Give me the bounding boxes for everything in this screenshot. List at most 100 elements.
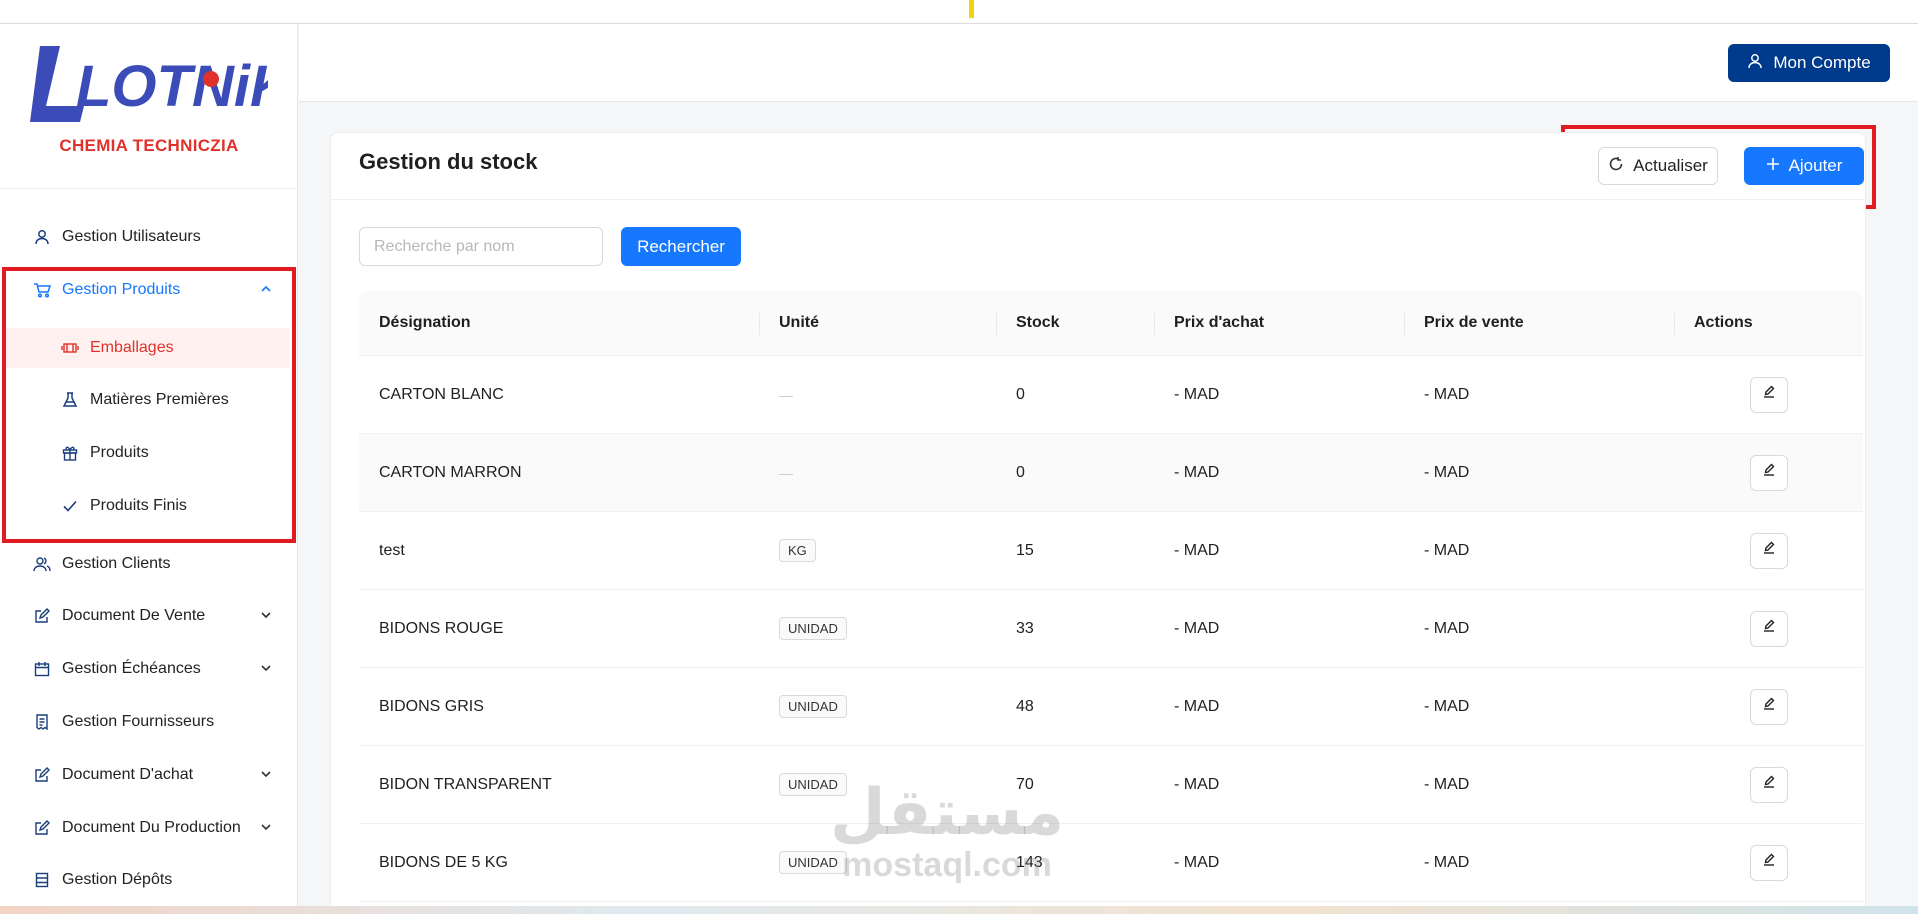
cell-designation: BIDON TRANSPARENT (379, 775, 552, 793)
sidebar-item-label: Gestion Dépôts (62, 871, 173, 888)
plus-icon (1766, 156, 1780, 176)
cell-designation: CARTON BLANC (379, 385, 504, 403)
table-row: BIDONS GRIS UNIDAD 48 - MAD - MAD (359, 668, 1863, 746)
add-button[interactable]: Ajouter (1744, 147, 1864, 185)
sidebar-item-label: Gestion Échéances (62, 660, 201, 677)
table-row: BIDONS DE 5 KG UNIDAD 143 - MAD - MAD (359, 824, 1863, 902)
chevron-down-icon (260, 608, 272, 626)
logo-text: LOTNiK (76, 54, 268, 119)
edit-icon (1762, 853, 1776, 872)
add-button-label: Ajouter (1788, 156, 1843, 175)
sidebar-item-label: Document De Vente (62, 607, 206, 624)
sidebar-item-users[interactable]: Gestion Utilisateurs (0, 217, 298, 257)
search-input[interactable] (359, 227, 603, 266)
edit-icon (1762, 619, 1776, 638)
edit-doc-icon (31, 764, 53, 786)
table-row: CARTON MARRON — 0 - MAD - MAD (359, 434, 1863, 512)
sidebar-item-sales-docs[interactable]: Document De Vente (0, 596, 298, 636)
column-header-designation: Désignation (379, 314, 471, 331)
edit-button[interactable] (1749, 610, 1788, 647)
sidebar-item-production-docs[interactable]: Document Du Production (0, 808, 298, 848)
cell-stock: 48 (1016, 697, 1034, 715)
calendar-icon (31, 658, 53, 680)
stock-table: Désignation Unité Stock Prix d'achat Pri… (359, 291, 1863, 902)
column-header-purchase-price: Prix d'achat (1154, 291, 1404, 355)
cell-sale-price: - MAD (1424, 463, 1470, 481)
cell-designation: test (379, 541, 405, 559)
user-icon (31, 226, 53, 248)
cell-purchase-price: - MAD (1174, 775, 1220, 793)
cell-sale-price: - MAD (1424, 697, 1470, 715)
browser-top-strip (0, 0, 1918, 24)
edit-doc-icon (31, 817, 53, 839)
edit-button[interactable] (1749, 766, 1788, 803)
user-icon (1747, 53, 1763, 74)
column-header-stock: Stock (996, 291, 1154, 355)
sidebar-item-label: Gestion Clients (62, 555, 171, 572)
cell-purchase-price: - MAD (1174, 697, 1220, 715)
cell-purchase-price: - MAD (1174, 853, 1220, 871)
cell-designation: BIDONS GRIS (379, 697, 484, 715)
edit-button[interactable] (1749, 688, 1788, 725)
cell-unit-empty: — (779, 386, 793, 403)
unit-tag: KG (779, 539, 816, 562)
table-header: Désignation Unité Stock Prix d'achat Pri… (359, 291, 1863, 356)
unit-tag: UNIDAD (779, 695, 847, 718)
cell-purchase-price: - MAD (1174, 619, 1220, 637)
edit-button[interactable] (1749, 454, 1788, 491)
watermark: مستقل mostaql.com (830, 778, 1064, 882)
table-row: BIDONS ROUGE UNIDAD 33 - MAD - MAD (359, 590, 1863, 668)
sidebar-item-depots[interactable]: Gestion Dépôts (0, 860, 298, 900)
table-row: BIDON TRANSPARENT UNIDAD 70 - MAD - MAD (359, 746, 1863, 824)
column-header-unit: Unité (759, 291, 996, 355)
table-row: CARTON BLANC — 0 - MAD - MAD (359, 356, 1863, 434)
edit-doc-icon (31, 605, 53, 627)
users-icon (31, 553, 53, 575)
brand-logo: LOTNiK (30, 46, 268, 122)
cell-purchase-price: - MAD (1174, 463, 1220, 481)
watermark-latin: mostaql.com (842, 846, 1052, 884)
cell-sale-price: - MAD (1424, 853, 1470, 871)
cell-stock: 0 (1016, 385, 1025, 403)
cell-designation: BIDONS ROUGE (379, 619, 504, 637)
sidebar-item-label: Document D'achat (62, 766, 194, 783)
page-title: Gestion du stock (359, 149, 538, 174)
sidebar-item-label: Gestion Utilisateurs (62, 228, 201, 245)
edit-button[interactable] (1749, 532, 1788, 569)
account-button[interactable]: Mon Compte (1728, 44, 1890, 82)
reload-icon (1608, 156, 1624, 177)
card-header: Gestion du stock Actualiser Ajouter (331, 133, 1865, 200)
search-button[interactable]: Rechercher (621, 227, 741, 266)
cell-sale-price: - MAD (1424, 775, 1470, 793)
cell-designation: BIDONS DE 5 KG (379, 853, 508, 871)
chevron-down-icon (260, 767, 272, 785)
chevron-down-icon (260, 661, 272, 679)
edit-button[interactable] (1749, 376, 1788, 413)
cell-stock: 33 (1016, 619, 1034, 637)
cell-unit-empty: — (779, 464, 793, 481)
edit-icon (1762, 541, 1776, 560)
cell-purchase-price: - MAD (1174, 541, 1220, 559)
cell-purchase-price: - MAD (1174, 385, 1220, 403)
brand-subtitle: CHEMIA TECHNICZIA (59, 136, 239, 155)
edit-icon (1762, 775, 1776, 794)
sidebar-item-due-dates[interactable]: Gestion Échéances (0, 649, 298, 689)
sidebar-item-label: Gestion Fournisseurs (62, 713, 215, 730)
table-row: test KG 15 - MAD - MAD (359, 512, 1863, 590)
sidebar-item-suppliers[interactable]: Gestion Fournisseurs (0, 702, 298, 742)
edit-button[interactable] (1749, 844, 1788, 881)
sidebar-item-purchase-docs[interactable]: Document D'achat (0, 755, 298, 795)
chevron-down-icon (260, 820, 272, 838)
unit-tag: UNIDAD (779, 617, 847, 640)
logo-area: LOTNiK CHEMIA TECHNICZIA (0, 24, 297, 189)
edit-icon (1762, 463, 1776, 482)
invoice-icon (31, 711, 53, 733)
cell-sale-price: - MAD (1424, 385, 1470, 403)
bottom-strip (0, 906, 1918, 914)
cell-designation: CARTON MARRON (379, 463, 522, 481)
stock-card: Gestion du stock Actualiser Ajouter Rech… (330, 132, 1866, 914)
sidebar-item-clients[interactable]: Gestion Clients (0, 544, 298, 584)
cell-stock: 15 (1016, 541, 1034, 559)
edit-icon (1762, 385, 1776, 404)
refresh-button[interactable]: Actualiser (1598, 147, 1718, 185)
